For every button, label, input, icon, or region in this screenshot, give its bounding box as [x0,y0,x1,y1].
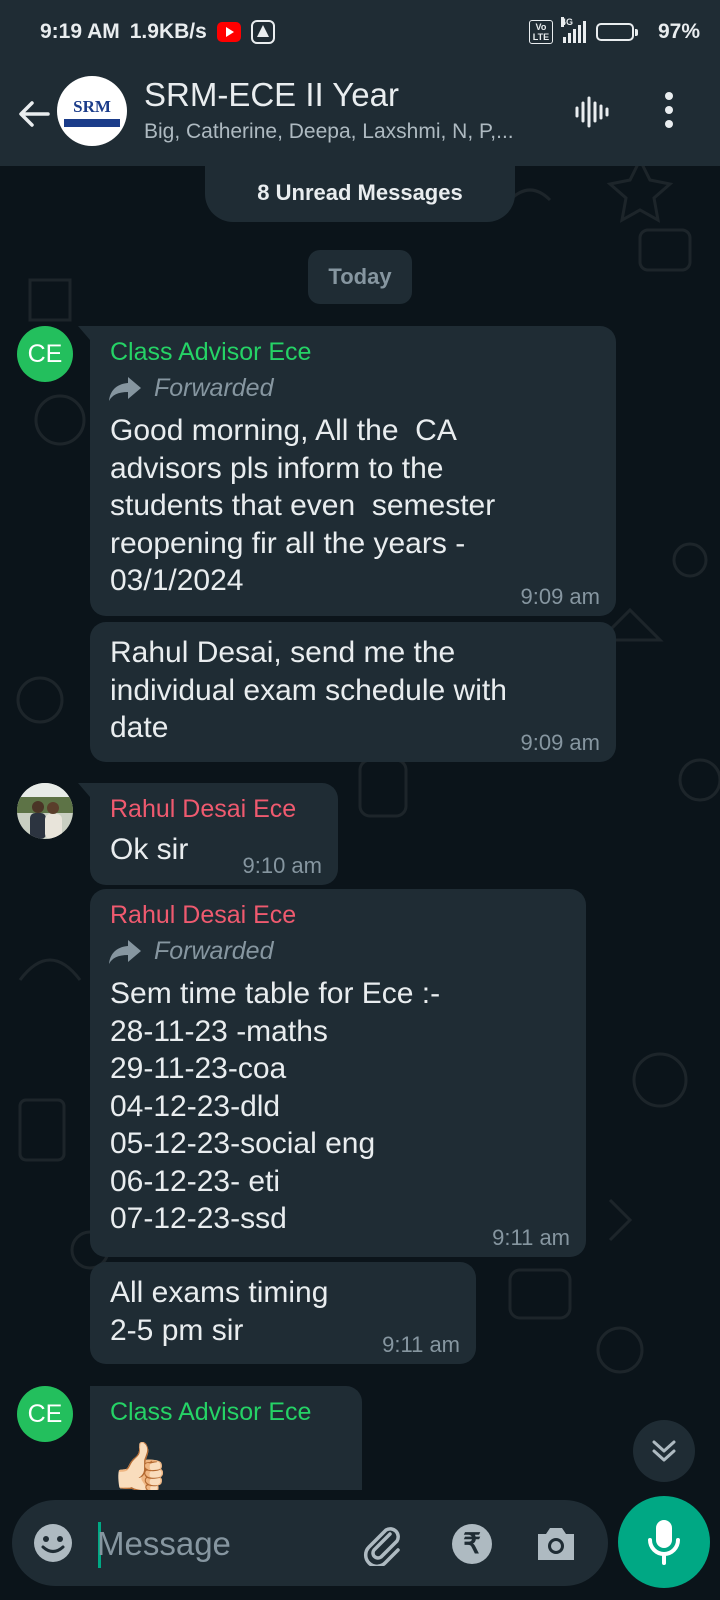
message-text: Good morning, All the CA advisors pls in… [110,414,496,597]
sender-avatar-photo[interactable] [17,783,73,839]
forwarded-label: Forwarded [108,937,274,966]
sender-avatar[interactable]: CE [17,1386,73,1442]
sender-name[interactable]: Rahul Desai Ece [110,901,296,930]
voice-call-icon[interactable] [574,94,610,130]
group-avatar[interactable]: SRM [57,76,127,146]
avatar-logo-text: SRM [73,97,111,116]
sender-name[interactable]: Class Advisor Ece [110,1398,311,1427]
more-options-icon[interactable] [664,92,674,132]
network-type: 4G [560,17,573,27]
message-time: 9:09 am [520,730,601,755]
a-icon [250,20,275,44]
emoji-icon[interactable] [32,1522,74,1564]
youtube-icon [216,22,241,42]
scroll-to-bottom-button[interactable] [633,1420,695,1482]
forwarded-text: Forwarded [154,937,274,965]
sender-name[interactable]: Class Advisor Ece [110,338,311,367]
forwarded-label: Forwarded [108,374,274,403]
sender-avatar[interactable]: CE [17,326,73,382]
network-speed: 1.9KB/s [129,20,207,43]
battery-icon [595,23,638,41]
camera-icon[interactable] [534,1524,578,1564]
forward-icon [109,939,141,964]
mic-icon [648,1520,680,1565]
status-time: 9:19 AM [40,20,120,43]
message-time: 9:11 am [382,1332,460,1357]
message-time: 9:09 am [520,584,601,609]
message-bubble[interactable]: All exams timing 2-5 pm sir 9:11 am [90,1262,476,1364]
unread-messages-chip: 8 Unread Messages [205,166,515,222]
message-time: 9:10 am [242,853,323,878]
double-chevron-down-icon [652,1440,676,1462]
forward-icon [109,376,141,401]
sender-name[interactable]: Rahul Desai Ece [110,795,296,824]
message-text: Ok sir [110,833,189,866]
voice-message-button[interactable] [618,1496,710,1588]
message-input[interactable]: Message [97,1522,231,1566]
message-text: All exams timing 2-5 pm sir [110,1276,329,1347]
message-time: 9:11 am [492,1225,570,1250]
back-arrow-icon[interactable] [14,94,54,134]
message-bubble[interactable]: Rahul Desai Ece Ok sir 9:10 am [78,783,338,885]
volte-icon: Vo LTE [528,20,553,44]
message-text: Rahul Desai, send me the individual exam… [110,636,507,744]
chat-members[interactable]: Big, Catherine, Deepa, Laxshmi, N, P,... [144,120,544,144]
chat-title[interactable]: SRM-ECE II Year [144,76,399,114]
chat-header: SRM SRM-ECE II Year Big, Catherine, Deep… [0,68,720,166]
signal-icon: 4G [560,17,586,43]
message-bubble[interactable]: Class Advisor Ece 👍🏻 [90,1386,362,1490]
message-bubble[interactable]: Rahul Desai Ece Forwarded Sem time table… [90,889,586,1257]
status-bar: 9:19 AM 1.9KB/s Vo LTE 4G 97% [0,0,720,68]
rupee-icon[interactable]: ₹ [452,1524,492,1564]
message-bubble[interactable]: Rahul Desai, send me the individual exam… [90,622,616,762]
thumbs-up-emoji: 👍🏻 [110,1441,170,1490]
date-chip: Today [308,250,412,304]
attach-icon[interactable] [360,1522,404,1566]
message-bubble[interactable]: Class Advisor Ece Forwarded Good morning… [78,326,616,616]
message-input-bar: Message ₹ [12,1500,608,1586]
forwarded-text: Forwarded [154,374,274,402]
battery-level: 97% [657,20,700,43]
message-text: Sem time table for Ece :- 28-11-23 -math… [110,977,441,1235]
avatar-logo-bar [64,119,120,127]
